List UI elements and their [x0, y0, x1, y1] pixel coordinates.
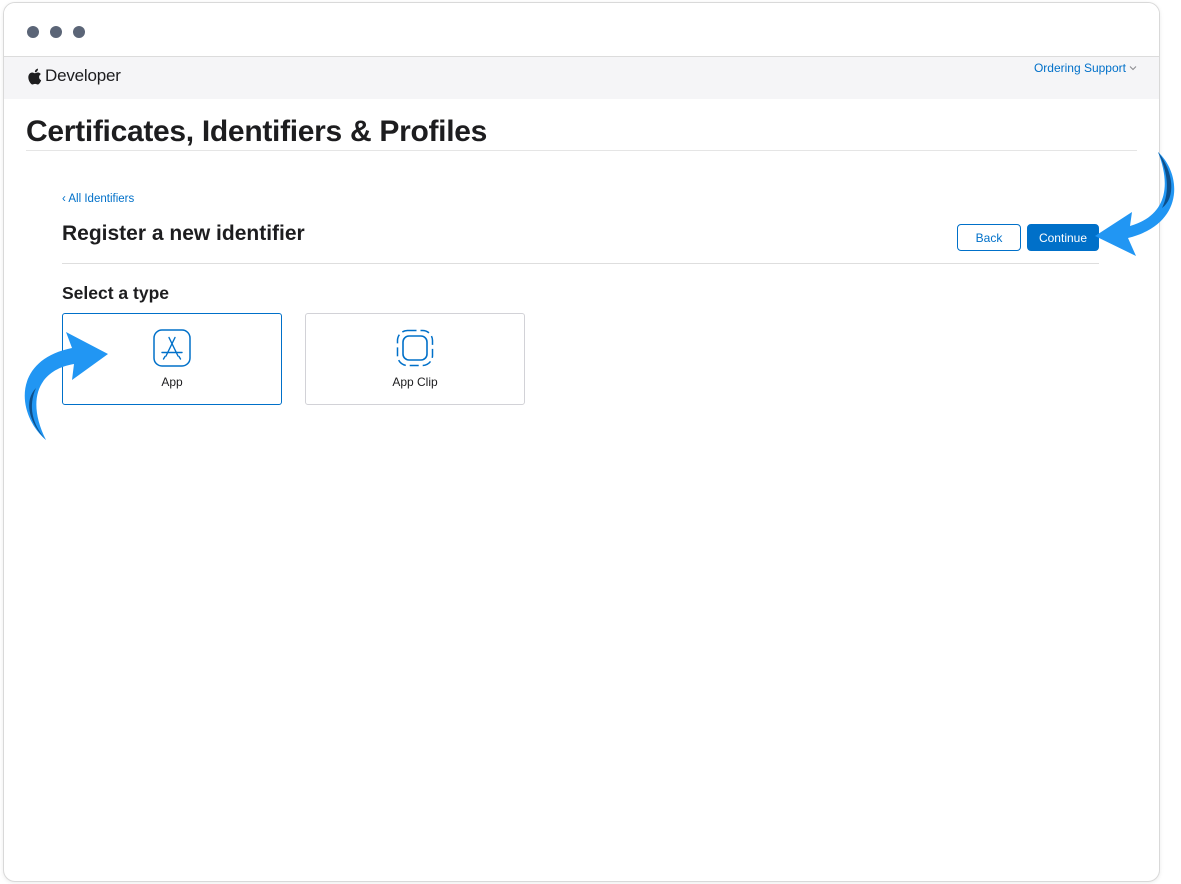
- chevron-down-icon: [1129, 66, 1137, 71]
- arrow-to-app-card: [24, 332, 108, 440]
- select-type-title: Select a type: [62, 283, 169, 303]
- page-title: Certificates, Identifiers & Profiles: [26, 115, 488, 148]
- type-option-app-clip[interactable]: App Clip: [305, 313, 525, 405]
- type-option-label: App: [161, 375, 183, 389]
- title-divider: [26, 150, 1137, 151]
- arrow-to-continue-button: [1095, 152, 1175, 256]
- developer-brand-label: Developer: [45, 66, 121, 85]
- ordering-support-label: Ordering Support: [1033, 61, 1126, 75]
- back-button[interactable]: Back: [957, 224, 1021, 251]
- ordering-support-menu[interactable]: Ordering Support: [1034, 61, 1137, 75]
- developer-brand[interactable]: Developer: [26, 66, 121, 86]
- window-minimize-dot[interactable]: [50, 26, 62, 38]
- all-identifiers-link[interactable]: ‹ All Identifiers: [62, 193, 134, 205]
- app-clip-icon: [396, 329, 434, 367]
- app-store-icon: [153, 329, 191, 367]
- section-title: Register a new identifier: [62, 222, 305, 245]
- section-divider: [62, 263, 1099, 264]
- window-zoom-dot[interactable]: [73, 26, 85, 38]
- apple-icon: [28, 68, 42, 84]
- developer-header: Developer Ordering Support: [4, 57, 1159, 99]
- type-option-label: App Clip: [392, 375, 438, 389]
- browser-window: Developer Ordering Support Certificates,…: [3, 2, 1160, 882]
- window-titlebar: [4, 3, 1159, 57]
- continue-button[interactable]: Continue: [1027, 224, 1099, 251]
- window-close-dot[interactable]: [27, 26, 39, 38]
